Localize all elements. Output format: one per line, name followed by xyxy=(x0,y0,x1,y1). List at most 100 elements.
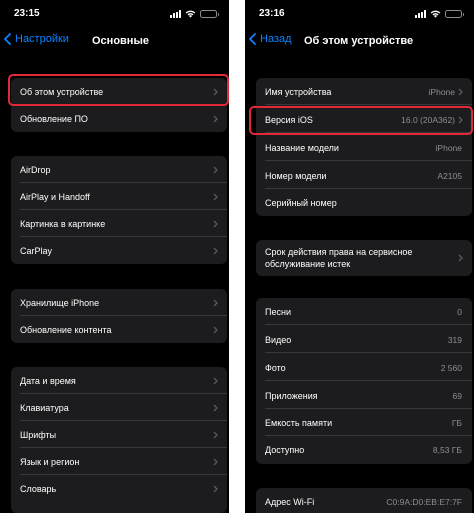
row-applications: Приложения 69 xyxy=(256,382,472,409)
row-photos: Фото 2 560 xyxy=(256,354,472,381)
row-label: Серийный номер xyxy=(265,197,337,208)
row-label: Название модели xyxy=(265,142,339,153)
back-button[interactable]: Назад xyxy=(249,33,292,45)
chevron-right-icon xyxy=(213,377,218,384)
row-capacity: Емкость памяти ГБ xyxy=(256,409,472,436)
row-language-region[interactable]: Язык и регион xyxy=(11,448,227,475)
row-label: Дата и время xyxy=(20,375,76,386)
row-label: Словарь xyxy=(20,483,57,494)
network-group: Адрес Wi-Fi C0:9A:D0:EB:E7:7F xyxy=(256,488,472,513)
status-bar: 23:16 xyxy=(245,0,474,26)
row-label: Картинка в картинке xyxy=(20,218,106,229)
chevron-right-icon xyxy=(213,115,218,122)
cellular-signal-icon xyxy=(170,9,181,18)
row-value: ГБ xyxy=(451,417,462,428)
row-value: 16.0 (20A362) xyxy=(401,114,455,125)
battery-icon xyxy=(200,9,219,18)
wifi-icon xyxy=(430,10,441,18)
left-screen: 23:15 Настройки Основные Об этом устройс… xyxy=(0,0,229,513)
settings-group-locale: Дата и время Клавиатура Шрифты Язык и ре… xyxy=(11,367,227,513)
row-label: Адрес Wi-Fi xyxy=(265,496,315,507)
chevron-right-icon xyxy=(213,247,218,254)
row-value: 2 560 xyxy=(440,362,462,373)
chevron-right-icon xyxy=(213,431,218,438)
row-label: Имя устройства xyxy=(265,86,332,97)
row-label: Фото xyxy=(265,362,286,373)
row-dictionary[interactable]: Словарь xyxy=(11,475,227,502)
row-device-name[interactable]: Имя устройства iPhone xyxy=(256,78,472,105)
row-label: Обновление ПО xyxy=(20,113,88,124)
navigation-bar: Назад Об этом устройстве xyxy=(245,32,474,52)
row-serial-number[interactable]: Серийный номер xyxy=(256,189,472,216)
chevron-right-icon xyxy=(213,485,218,492)
row-fonts[interactable]: Шрифты xyxy=(11,421,227,448)
chevron-right-icon xyxy=(458,88,463,95)
row-date-time[interactable]: Дата и время xyxy=(11,367,227,394)
row-coverage-expired[interactable]: Срок действия права на сервисное обслужи… xyxy=(256,240,472,276)
row-label: Приложения xyxy=(265,390,318,401)
status-icons xyxy=(170,9,219,18)
chevron-right-icon xyxy=(213,404,218,411)
chevron-left-icon xyxy=(249,33,256,45)
row-value: iPhone xyxy=(435,142,462,153)
right-screen: 23:16 Назад Об этом устройстве Имя устро… xyxy=(245,0,474,513)
row-label: Доступно xyxy=(265,444,305,455)
row-label: Об этом устройстве xyxy=(20,86,104,97)
row-model-name: Название модели iPhone xyxy=(256,134,472,161)
chevron-left-icon xyxy=(4,33,11,45)
row-value: 319 xyxy=(447,334,462,345)
battery-icon xyxy=(445,9,464,18)
row-picture-in-picture[interactable]: Картинка в картинке xyxy=(11,210,227,237)
row-airplay-handoff[interactable]: AirPlay и Handoff xyxy=(11,183,227,210)
row-value: 8,53 ГБ xyxy=(432,444,462,455)
chevron-right-icon xyxy=(458,254,463,262)
page-title: Об этом устройстве xyxy=(304,35,414,47)
status-icons xyxy=(415,9,464,18)
chevron-right-icon xyxy=(213,220,218,227)
chevron-right-icon xyxy=(213,326,218,333)
row-wifi-address[interactable]: Адрес Wi-Fi C0:9A:D0:EB:E7:7F xyxy=(256,488,472,513)
settings-group-storage: Хранилище iPhone Обновление контента xyxy=(11,289,227,343)
wifi-icon xyxy=(185,10,196,18)
coverage-group: Срок действия права на сервисное обслужи… xyxy=(256,240,472,276)
row-software-update[interactable]: Обновление ПО xyxy=(11,105,227,132)
row-label: Обновление контента xyxy=(20,324,112,335)
row-label: Версия iOS xyxy=(265,114,313,125)
row-label: CarPlay xyxy=(20,245,53,256)
status-bar: 23:15 xyxy=(0,0,229,26)
row-label: Срок действия права на сервисное обслужи… xyxy=(265,247,413,269)
row-iphone-storage[interactable]: Хранилище iPhone xyxy=(11,289,227,316)
settings-group-connectivity: AirDrop AirPlay и Handoff Картинка в кар… xyxy=(11,156,227,264)
page-title: Основные xyxy=(92,35,149,47)
status-time: 23:15 xyxy=(14,8,40,19)
chevron-right-icon xyxy=(458,116,463,123)
row-label: Шрифты xyxy=(20,429,57,440)
row-about-device[interactable]: Об этом устройстве xyxy=(11,78,227,105)
row-value: iPhone xyxy=(428,86,455,97)
row-label: AirDrop xyxy=(20,164,51,175)
row-model-number[interactable]: Номер модели A2105 xyxy=(256,162,472,189)
status-time: 23:16 xyxy=(259,8,285,19)
chevron-right-icon xyxy=(213,88,218,95)
row-airdrop[interactable]: AirDrop xyxy=(11,156,227,183)
back-button[interactable]: Настройки xyxy=(4,33,69,45)
row-available: Доступно 8,53 ГБ xyxy=(256,436,472,463)
row-keyboard[interactable]: Клавиатура xyxy=(11,394,227,421)
chevron-right-icon xyxy=(213,193,218,200)
settings-group-about: Об этом устройстве Обновление ПО xyxy=(11,78,227,132)
device-info-group: Имя устройства iPhone Версия iOS 16.0 (2… xyxy=(256,78,472,216)
row-label: Номер модели xyxy=(265,170,327,181)
row-value: 0 xyxy=(457,306,462,317)
navigation-bar: Настройки Основные xyxy=(0,32,229,52)
row-label: Язык и регион xyxy=(20,456,80,467)
back-button-label: Настройки xyxy=(15,33,69,45)
row-value: A2105 xyxy=(437,170,462,181)
row-carplay[interactable]: CarPlay xyxy=(11,237,227,264)
row-label: Клавиатура xyxy=(20,402,69,413)
row-label: Песни xyxy=(265,306,291,317)
row-ios-version[interactable]: Версия iOS 16.0 (20A362) xyxy=(256,106,472,133)
row-label: AirPlay и Handoff xyxy=(20,191,90,202)
row-background-refresh[interactable]: Обновление контента xyxy=(11,316,227,343)
row-value: 69 xyxy=(452,390,462,401)
row-label: Видео xyxy=(265,334,292,345)
